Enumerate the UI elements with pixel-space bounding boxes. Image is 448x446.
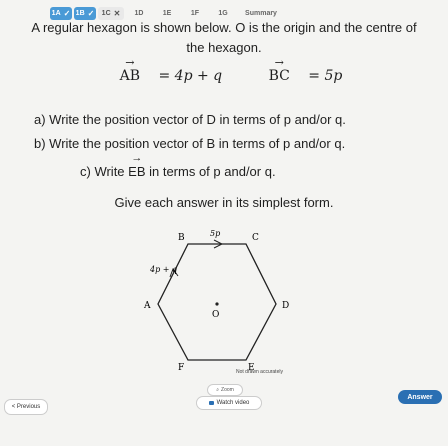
hexagon-diagram: B C A D F E O 5p 4p + q — [143, 229, 289, 372]
video-camera-icon — [208, 401, 214, 405]
label-b: B — [178, 233, 185, 243]
simplest-form-instruction: Give each answer in its simplest form. — [114, 195, 334, 210]
question-line-1: A regular hexagon is shown below. O is t… — [31, 20, 417, 35]
label-a: A — [143, 301, 151, 311]
previous-button[interactable]: < Previous — [4, 399, 48, 415]
origin-point — [215, 302, 219, 306]
part-a: a) Write the position vector of D in ter… — [34, 112, 346, 127]
not-drawn-accurately-note: Not drawn accurately — [236, 369, 283, 375]
given-vectors: AB = 4p + q BC = 5p — [0, 68, 448, 84]
part-c: c) Write EB in terms of p and/or q. — [80, 164, 276, 179]
hexagon-outline — [157, 243, 277, 361]
label-o: O — [212, 310, 219, 320]
watch-video-button[interactable]: Watch video — [196, 396, 262, 410]
label-c: C — [252, 233, 259, 243]
label-edge-bc: 5p — [210, 229, 220, 238]
equation-ab: AB = 4p + q — [106, 68, 223, 84]
equation-bc: BC = 5p — [255, 68, 343, 84]
label-f: F — [178, 363, 184, 372]
label-edge-ab: 4p + q — [149, 265, 177, 274]
bottom-bar: < Previous Watch video Answer — [0, 390, 448, 416]
part-b: b) Write the position vector of B in ter… — [34, 136, 346, 151]
zoom-button[interactable]: ⌕ Zoom — [207, 384, 243, 396]
label-d: D — [282, 301, 289, 311]
magnifier-icon: ⌕ — [216, 387, 220, 393]
question-intro: A regular hexagon is shown below. O is t… — [0, 18, 448, 58]
question-line-2: the hexagon. — [186, 40, 262, 55]
answer-button[interactable]: Answer — [398, 390, 442, 404]
